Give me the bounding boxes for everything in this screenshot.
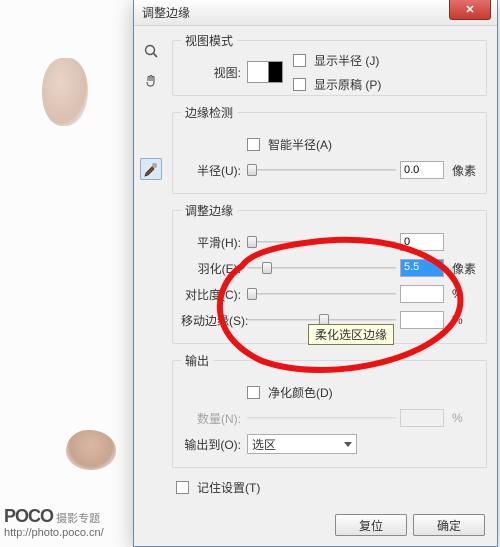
canvas-hand-sample <box>66 430 116 470</box>
legend-adjust: 调整边缘 <box>181 202 237 219</box>
smooth-label: 平滑(H): <box>181 234 243 251</box>
dialog-title: 调整边缘 <box>142 4 190 21</box>
contrast-input[interactable] <box>400 285 444 303</box>
amount-slider <box>247 410 396 426</box>
remember-label: 记住设置(T) <box>197 479 260 496</box>
legend-output: 输出 <box>181 352 213 369</box>
close-icon: ✕ <box>465 3 474 16</box>
group-viewmode: 视图模式 视图: 显示半径 (J) 显示原稿 (P) <box>172 32 487 96</box>
view-label: 视图: <box>181 64 243 81</box>
ok-button[interactable]: 确定 <box>413 514 485 536</box>
refine-brush-tool-icon[interactable] <box>140 158 162 180</box>
smart-radius-checkbox[interactable] <box>247 138 260 151</box>
radius-slider[interactable] <box>247 162 396 178</box>
canvas-face-sample <box>42 58 88 126</box>
zoom-tool-icon[interactable] <box>140 40 162 62</box>
smart-radius-label: 智能半径(A) <box>268 136 332 153</box>
refine-edge-dialog: 调整边缘 ✕ 视图模式 视图: 显示半径 (J) <box>133 0 498 547</box>
radius-unit: 像素 <box>448 162 478 179</box>
show-radius-checkbox[interactable] <box>293 54 306 67</box>
reset-button[interactable]: 复位 <box>335 514 407 536</box>
smooth-slider[interactable] <box>247 234 396 250</box>
remember-checkbox[interactable] <box>176 481 189 494</box>
feather-input[interactable]: 5.5 <box>400 259 444 277</box>
shift-input[interactable] <box>400 311 444 329</box>
group-output: 输出 净化颜色(D) 数量(N): % 输出到(O): 选区 <box>172 352 487 468</box>
show-radius-label: 显示半径 (J) <box>314 52 379 69</box>
output-to-label: 输出到(O): <box>181 436 243 453</box>
output-to-value: 选区 <box>252 436 276 453</box>
radius-input[interactable] <box>400 161 444 179</box>
output-to-select[interactable]: 选区 <box>247 434 357 454</box>
watermark: POCO 摄影专题 http://photo.poco.cn/ <box>4 506 104 539</box>
contrast-slider[interactable] <box>247 286 396 302</box>
group-edge-detection: 边缘检测 智能半径(A) 半径(U): 像素 <box>172 104 487 194</box>
amount-unit: % <box>448 411 478 425</box>
hand-tool-icon[interactable] <box>140 70 162 92</box>
smooth-input[interactable] <box>400 233 444 251</box>
decontaminate-label: 净化颜色(D) <box>268 384 333 401</box>
show-original-label: 显示原稿 (P) <box>314 76 381 93</box>
legend-edge: 边缘检测 <box>181 104 237 121</box>
feather-label: 羽化(E): <box>181 260 243 277</box>
tool-column <box>134 26 168 546</box>
group-adjust-edge: 调整边缘 平滑(H): 羽化(E): 5.5 像素 对比度(C): <box>172 202 487 344</box>
feather-tooltip: 柔化选区边缘 <box>308 324 394 345</box>
shift-unit: % <box>448 313 478 327</box>
contrast-unit: % <box>448 287 478 301</box>
contrast-label: 对比度(C): <box>181 286 243 303</box>
chevron-down-icon <box>344 442 352 447</box>
shift-label: 移动边缘(S): <box>181 312 243 329</box>
legend-viewmode: 视图模式 <box>181 32 237 49</box>
view-swatch[interactable] <box>247 61 283 83</box>
amount-label: 数量(N): <box>181 410 243 427</box>
dialog-titlebar[interactable]: 调整边缘 <box>134 0 497 26</box>
decontaminate-checkbox[interactable] <box>247 386 260 399</box>
close-button[interactable]: ✕ <box>449 0 491 20</box>
amount-input <box>400 409 444 427</box>
feather-unit: 像素 <box>448 260 478 277</box>
feather-slider[interactable] <box>247 260 396 276</box>
radius-label: 半径(U): <box>181 162 243 179</box>
show-original-checkbox[interactable] <box>293 78 306 91</box>
